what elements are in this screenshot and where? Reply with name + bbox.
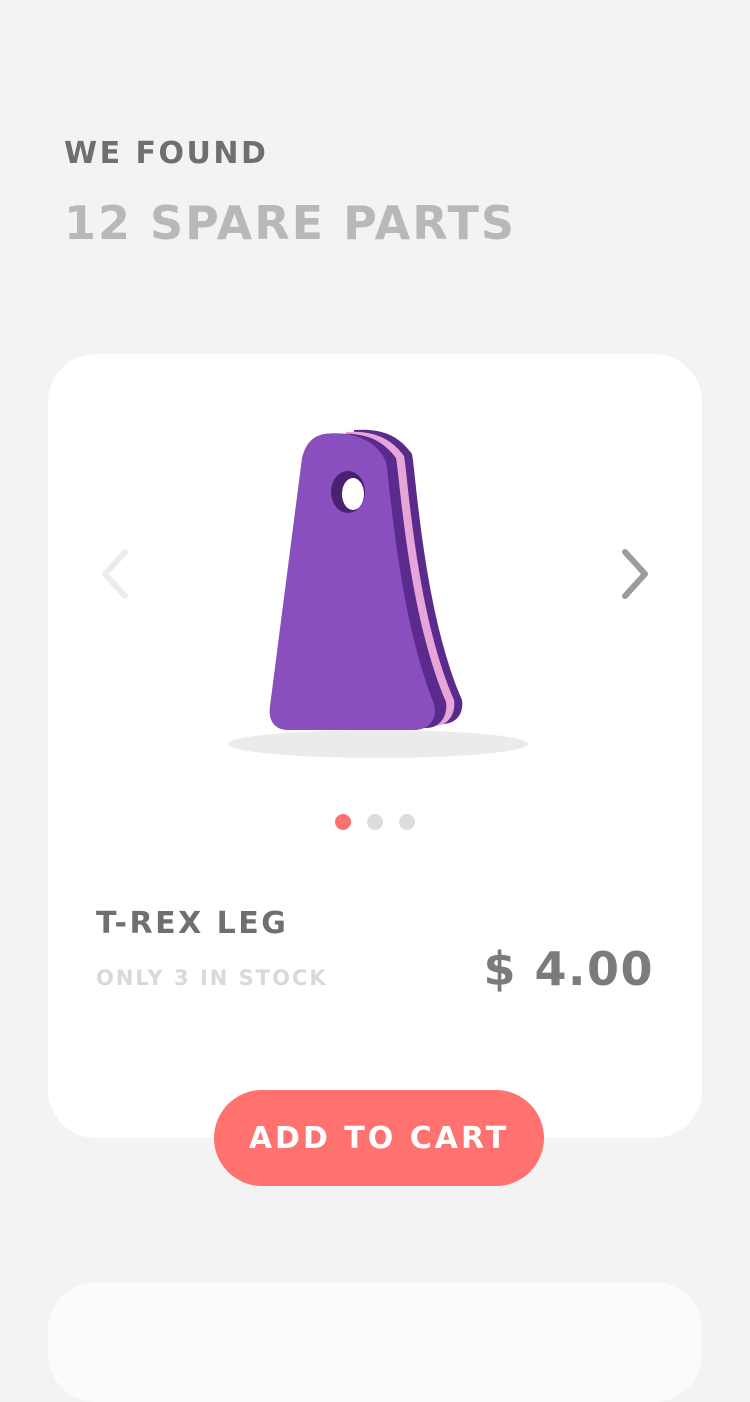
carousel-dot-2[interactable]: [367, 814, 383, 830]
chevron-left-icon: [102, 549, 128, 599]
next-product-card[interactable]: [48, 1282, 702, 1402]
product-card: T-REX LEG ONLY 3 IN STOCK $ 4.00: [48, 354, 702, 1138]
product-name: T-REX LEG: [96, 906, 289, 941]
stock-status: ONLY 3 IN STOCK: [96, 966, 328, 990]
carousel-dot-3[interactable]: [399, 814, 415, 830]
carousel-pagination: [48, 814, 702, 830]
carousel-dot-1[interactable]: [335, 814, 351, 830]
carousel-prev-button[interactable]: [84, 544, 144, 604]
results-count-heading: 12 SPARE PARTS: [64, 196, 517, 250]
carousel-next-button[interactable]: [606, 544, 666, 604]
foam-part-image: [228, 429, 528, 758]
results-header: WE FOUND 12 SPARE PARTS: [64, 136, 516, 250]
chevron-right-icon: [622, 549, 648, 599]
product-price: $ 4.00: [483, 942, 654, 996]
add-to-cart-button[interactable]: ADD TO CART: [214, 1090, 544, 1186]
results-eyebrow: WE FOUND: [64, 136, 269, 171]
